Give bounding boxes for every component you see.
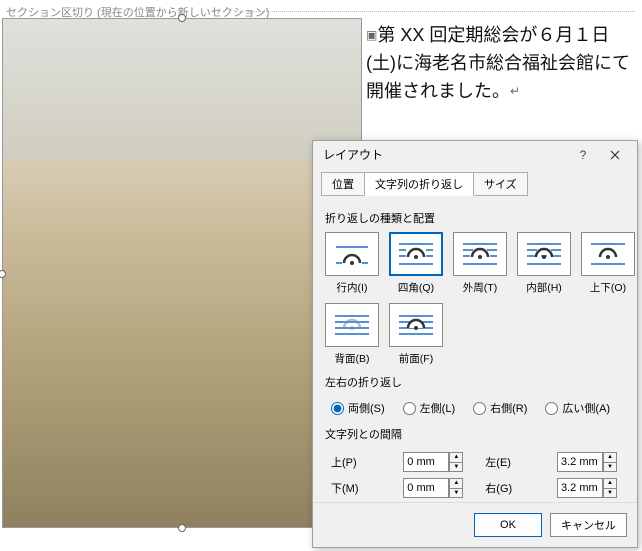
wrap-topbottom-label: 上下(O) <box>581 280 635 295</box>
cancel-button[interactable]: キャンセル <box>550 513 627 537</box>
spin-up-icon[interactable]: ▲ <box>449 478 463 488</box>
wrap-infront-label: 前面(F) <box>389 351 443 366</box>
lr-wrap-label: 左右の折り返し <box>325 374 625 390</box>
dialog-button-bar: OK キャンセル <box>313 502 637 547</box>
wrap-behind-label: 背面(B) <box>325 351 379 366</box>
dist-left-spinner[interactable]: ▲▼ <box>557 452 625 472</box>
dist-top-spinner[interactable]: ▲▼ <box>403 452 471 472</box>
tab-size[interactable]: サイズ <box>473 172 528 196</box>
ok-button[interactable]: OK <box>474 513 542 537</box>
dist-bottom-input[interactable] <box>403 478 449 498</box>
dist-bottom-spinner[interactable]: ▲▼ <box>403 478 471 498</box>
radio-left[interactable]: 左側(L) <box>403 400 455 416</box>
wrap-behind[interactable]: 背面(B) <box>325 303 379 366</box>
radio-right[interactable]: 右側(R) <box>473 400 527 416</box>
dist-right-spinner[interactable]: ▲▼ <box>557 478 625 498</box>
wrap-through-label: 内部(H) <box>517 280 571 295</box>
dist-top-label: 上(P) <box>331 454 389 470</box>
layout-dialog: レイアウト ? 位置 文字列の折り返し サイズ 折り返しの種類と配置 行内(I)… <box>312 140 638 548</box>
spin-up-icon[interactable]: ▲ <box>603 478 617 488</box>
tab-wrap[interactable]: 文字列の折り返し <box>364 172 474 196</box>
dist-left-input[interactable] <box>557 452 603 472</box>
spin-down-icon[interactable]: ▼ <box>603 462 617 473</box>
spin-down-icon[interactable]: ▼ <box>603 488 617 499</box>
wrap-infront[interactable]: 前面(F) <box>389 303 443 366</box>
spin-up-icon[interactable]: ▲ <box>449 452 463 462</box>
wrap-through[interactable]: 内部(H) <box>517 232 571 295</box>
dist-right-label: 右(G) <box>485 480 543 496</box>
dist-right-input[interactable] <box>557 478 603 498</box>
dist-bottom-label: 下(M) <box>331 480 389 496</box>
spin-down-icon[interactable]: ▼ <box>449 488 463 499</box>
radio-both[interactable]: 両側(S) <box>331 400 385 416</box>
dialog-titlebar: レイアウト ? <box>313 141 637 168</box>
document-body-text[interactable]: ▣第 XX 回定期総会が６月１日(土)に海老名市総合福祉会館にて開催されました。… <box>366 22 638 106</box>
distance-label: 文字列との間隔 <box>325 426 625 442</box>
wrap-square[interactable]: 四角(Q) <box>389 232 443 295</box>
wrap-tight-label: 外周(T) <box>453 280 507 295</box>
radio-largest[interactable]: 広い側(A) <box>545 400 610 416</box>
wrap-tight[interactable]: 外周(T) <box>453 232 507 295</box>
dist-top-input[interactable] <box>403 452 449 472</box>
resize-handle-bottom[interactable] <box>178 524 186 532</box>
spin-up-icon[interactable]: ▲ <box>603 452 617 462</box>
wrap-type-label: 折り返しの種類と配置 <box>325 210 625 226</box>
document-image[interactable] <box>2 18 362 528</box>
wrap-topbottom[interactable]: 上下(O) <box>581 232 635 295</box>
dialog-title: レイアウト <box>323 146 567 163</box>
resize-handle-top[interactable] <box>178 14 186 22</box>
wrap-square-label: 四角(Q) <box>389 280 443 295</box>
spin-down-icon[interactable]: ▼ <box>449 462 463 473</box>
tab-panel-wrap: 折り返しの種類と配置 行内(I) 四角(Q) 外周(T) 内部(H) 上下(O) <box>321 196 629 502</box>
close-icon <box>610 150 620 160</box>
tab-position[interactable]: 位置 <box>321 172 365 196</box>
dist-left-label: 左(E) <box>485 454 543 470</box>
help-button[interactable]: ? <box>567 143 599 167</box>
wrap-inline-label: 行内(I) <box>325 280 379 295</box>
tab-strip: 位置 文字列の折り返し サイズ <box>313 168 637 196</box>
close-button[interactable] <box>599 143 631 167</box>
wrap-inline[interactable]: 行内(I) <box>325 232 379 295</box>
